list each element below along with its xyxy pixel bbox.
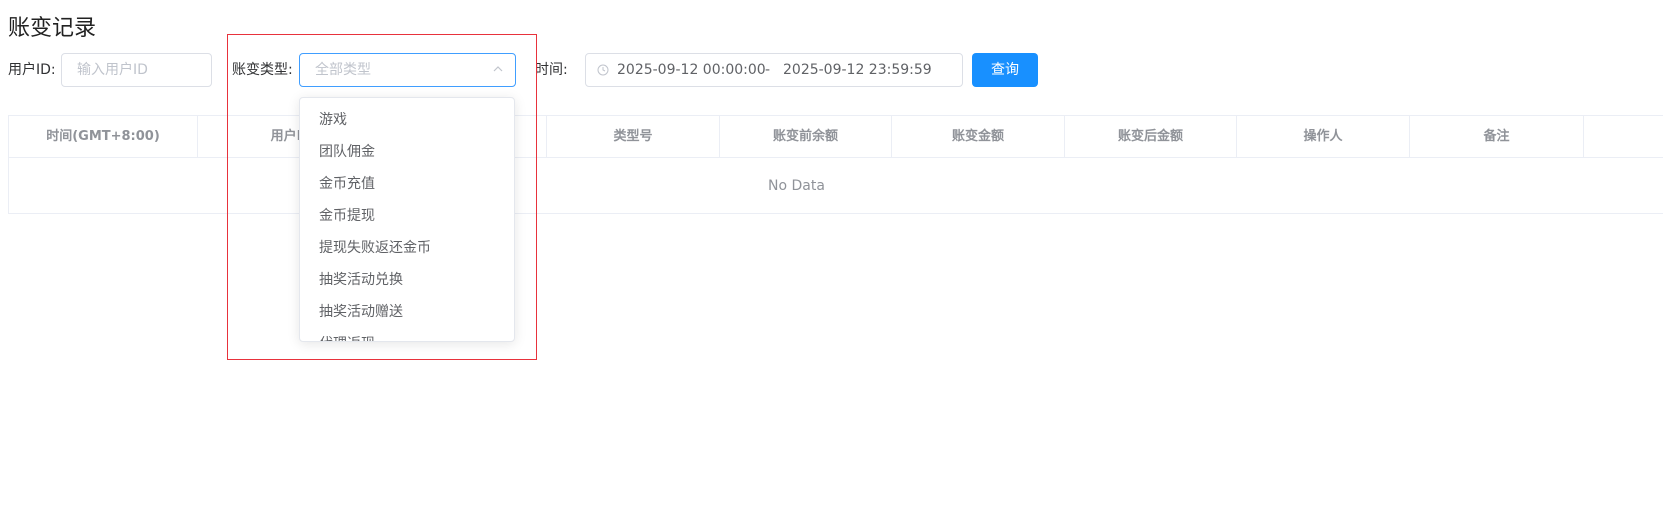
highlight-box: [227, 34, 537, 360]
user-id-label: 用户ID:: [8, 62, 56, 78]
column-header-amount: 账变金额: [892, 116, 1065, 157]
date-separator: -: [765, 62, 771, 78]
date-end[interactable]: 2025-09-12 23:59:59: [783, 54, 932, 86]
column-header-time: 时间(GMT+8:00): [9, 116, 198, 157]
page-title: 账变记录: [8, 16, 97, 41]
column-header-remark: 备注: [1410, 116, 1584, 157]
column-header-type-no: 类型号: [547, 116, 720, 157]
time-label: 时间:: [535, 62, 568, 78]
user-id-placeholder: 输入用户ID: [77, 62, 148, 78]
column-header-balance-before: 账变前余额: [720, 116, 892, 157]
date-range-picker[interactable]: 2025-09-12 00:00:00 - 2025-09-12 23:59:5…: [585, 53, 963, 87]
column-header-operator: 操作人: [1237, 116, 1410, 157]
column-header-balance-after: 账变后金额: [1065, 116, 1237, 157]
date-start[interactable]: 2025-09-12 00:00:00: [617, 54, 766, 86]
query-button[interactable]: 查询: [972, 53, 1038, 87]
user-id-input[interactable]: 输入用户ID: [61, 53, 212, 87]
clock-icon: [597, 64, 609, 76]
